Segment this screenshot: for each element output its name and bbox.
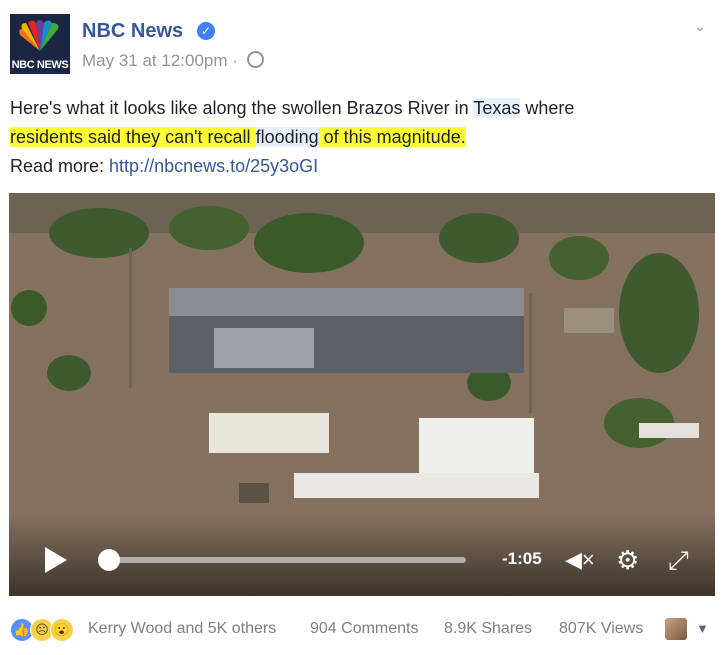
post-text: Here's what it looks like along the swol… bbox=[10, 94, 714, 181]
comments-count-link[interactable]: 904 Comments bbox=[310, 620, 419, 638]
reactors-names-link[interactable]: Kerry Wood and 5K others bbox=[88, 620, 276, 638]
page-name-link[interactable]: NBC News bbox=[82, 20, 183, 43]
post-text-part: where bbox=[520, 98, 575, 118]
post-meta: May 31 at 12:00pm · bbox=[82, 51, 264, 71]
highlighted-text: residents said they can't recall floodin… bbox=[10, 127, 466, 147]
progress-bar[interactable] bbox=[104, 557, 466, 563]
verified-badge-icon: ✓ bbox=[197, 22, 215, 40]
post-text-part: residents said they can't recall bbox=[10, 127, 256, 147]
hashtag-texas[interactable]: Texas bbox=[473, 98, 521, 118]
dropdown-icon[interactable]: ▼ bbox=[696, 621, 709, 636]
reactions[interactable]: 👍 ☹ 😮 bbox=[10, 618, 84, 642]
logo-text: NBC NEWS bbox=[11, 59, 69, 71]
post-header: NBC NEWS NBC News ✓ May 31 at 12:00pm · … bbox=[10, 14, 710, 76]
video-controls: -1:05 ◀× ⚙ ⤢ bbox=[9, 514, 715, 596]
progress-knob[interactable] bbox=[98, 549, 120, 571]
time-remaining: -1:05 bbox=[502, 549, 542, 568]
mute-icon[interactable]: ◀× bbox=[565, 547, 595, 573]
settings-gear-icon[interactable]: ⚙ bbox=[616, 545, 639, 576]
meta-separator: · bbox=[232, 51, 238, 70]
post-footer: 👍 ☹ 😮 Kerry Wood and 5K others 904 Comme… bbox=[10, 612, 720, 644]
video-player[interactable]: -1:05 ◀× ⚙ ⤢ bbox=[9, 193, 715, 596]
post-text-part: of this magnitude. bbox=[318, 127, 466, 147]
post-date-link[interactable]: May 31 at 12:00pm bbox=[82, 51, 228, 70]
nbc-news-logo[interactable]: NBC NEWS bbox=[10, 14, 70, 74]
read-more-link[interactable]: http://nbcnews.to/25y3oGI bbox=[109, 156, 318, 176]
read-more-label: Read more: bbox=[10, 156, 110, 176]
hashtag-flooding[interactable]: flooding bbox=[255, 127, 319, 147]
commenter-avatar[interactable] bbox=[665, 618, 687, 640]
play-icon[interactable] bbox=[45, 547, 67, 573]
post-options-chevron-icon[interactable]: ⌄ bbox=[694, 18, 706, 35]
post-text-part: Here's what it looks like along the swol… bbox=[10, 98, 474, 118]
fullscreen-expand-icon[interactable]: ⤢ bbox=[668, 545, 689, 577]
wow-reaction-icon: 😮 bbox=[50, 618, 74, 642]
views-count: 807K Views bbox=[559, 620, 644, 637]
shares-count-link[interactable]: 8.9K Shares bbox=[444, 620, 532, 638]
globe-icon bbox=[246, 51, 264, 68]
peacock-icon bbox=[19, 20, 59, 51]
